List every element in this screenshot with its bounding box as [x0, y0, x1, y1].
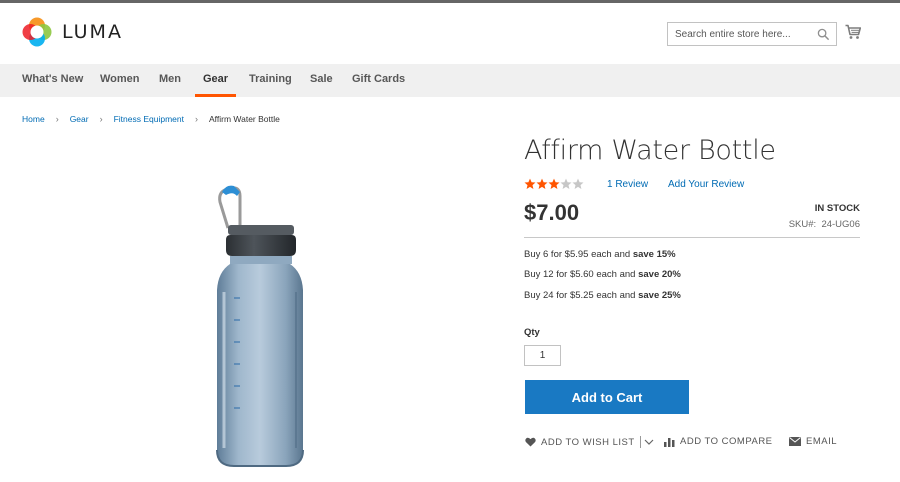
product-price: $7.00	[524, 200, 580, 225]
add-to-cart-button[interactable]: Add to Cart	[525, 380, 689, 414]
logo-text: LUMA	[62, 21, 123, 43]
star-filled-icon	[524, 178, 536, 189]
email-label: EMAIL	[806, 436, 838, 447]
stock-status: IN STOCK	[814, 203, 860, 214]
star-filled-icon	[548, 178, 560, 189]
tier-price-save: save 25%	[638, 290, 681, 301]
envelope-icon	[789, 437, 801, 446]
breadcrumb-separator-icon: ›	[55, 114, 59, 124]
add-to-wishlist-label: ADD TO WISH LIST	[541, 436, 635, 448]
product-image[interactable]	[200, 180, 320, 472]
search-box	[667, 22, 837, 46]
nav-item-sale[interactable]: Sale	[310, 64, 333, 97]
tier-price-save: save 20%	[638, 269, 681, 280]
qty-input[interactable]	[524, 345, 561, 366]
nav-item-whats-new[interactable]: What's New	[22, 64, 83, 97]
sku: SKU#: 24-UG06	[789, 219, 860, 230]
breadcrumb-separator-icon: ›	[99, 114, 103, 124]
tier-price-save: save 15%	[632, 249, 676, 260]
breadcrumb-home[interactable]: Home	[22, 114, 45, 124]
star-empty-icon	[572, 178, 584, 189]
breadcrumb: Home › Gear › Fitness Equipment › Affirm…	[22, 114, 280, 124]
main-navigation: What's New Women Men Gear Training Sale …	[0, 64, 900, 97]
breadcrumb-fitness-equipment[interactable]: Fitness Equipment	[114, 114, 184, 124]
star-filled-icon	[536, 178, 548, 189]
chevron-down-icon	[644, 439, 654, 445]
email-to-friend[interactable]: EMAIL	[789, 436, 837, 447]
tier-price: Buy 6 for $5.95 each and save 15%	[524, 249, 676, 260]
qty-label: Qty	[524, 327, 540, 338]
breadcrumb-current: Affirm Water Bottle	[209, 114, 280, 124]
add-to-wishlist[interactable]: ADD TO WISH LIST	[525, 436, 659, 448]
add-to-compare-label: ADD TO COMPARE	[680, 436, 773, 447]
nav-item-gear[interactable]: Gear	[194, 64, 237, 97]
top-border	[0, 0, 900, 3]
nav-item-training[interactable]: Training	[249, 64, 292, 97]
tier-price-text: Buy 24 for $5.25 each and	[524, 290, 639, 301]
add-to-compare[interactable]: ADD TO COMPARE	[664, 436, 773, 447]
breadcrumb-separator-icon: ›	[195, 114, 198, 124]
search-icon[interactable]	[817, 28, 830, 41]
heart-icon	[525, 437, 536, 447]
cart-icon[interactable]	[845, 24, 861, 40]
star-empty-icon	[560, 178, 572, 189]
breadcrumb-gear[interactable]: Gear	[70, 114, 89, 124]
nav-item-women[interactable]: Women	[100, 64, 140, 97]
compare-icon	[664, 437, 675, 447]
nav-item-men[interactable]: Men	[159, 64, 181, 97]
product-title: Affirm Water Bottle	[524, 135, 776, 166]
wishlist-dropdown-toggle[interactable]	[639, 436, 659, 448]
tier-price: Buy 24 for $5.25 each and save 25%	[524, 290, 681, 301]
search-input[interactable]	[668, 23, 836, 45]
reviews-link[interactable]: 1 Review	[607, 179, 648, 190]
tier-price-text: Buy 6 for $5.95 each and	[524, 249, 633, 260]
sku-label: SKU#:	[788, 219, 817, 230]
sku-value: 24-UG06	[821, 219, 860, 230]
luma-logo-icon	[22, 17, 52, 47]
rating-stars	[524, 177, 584, 191]
logo[interactable]: LUMA	[22, 17, 123, 47]
nav-item-gift-cards[interactable]: Gift Cards	[352, 64, 405, 97]
add-review-link[interactable]: Add Your Review	[668, 179, 744, 190]
tier-price-text: Buy 12 for $5.60 each and	[524, 269, 639, 280]
divider	[524, 237, 860, 238]
tier-price: Buy 12 for $5.60 each and save 20%	[524, 269, 681, 280]
